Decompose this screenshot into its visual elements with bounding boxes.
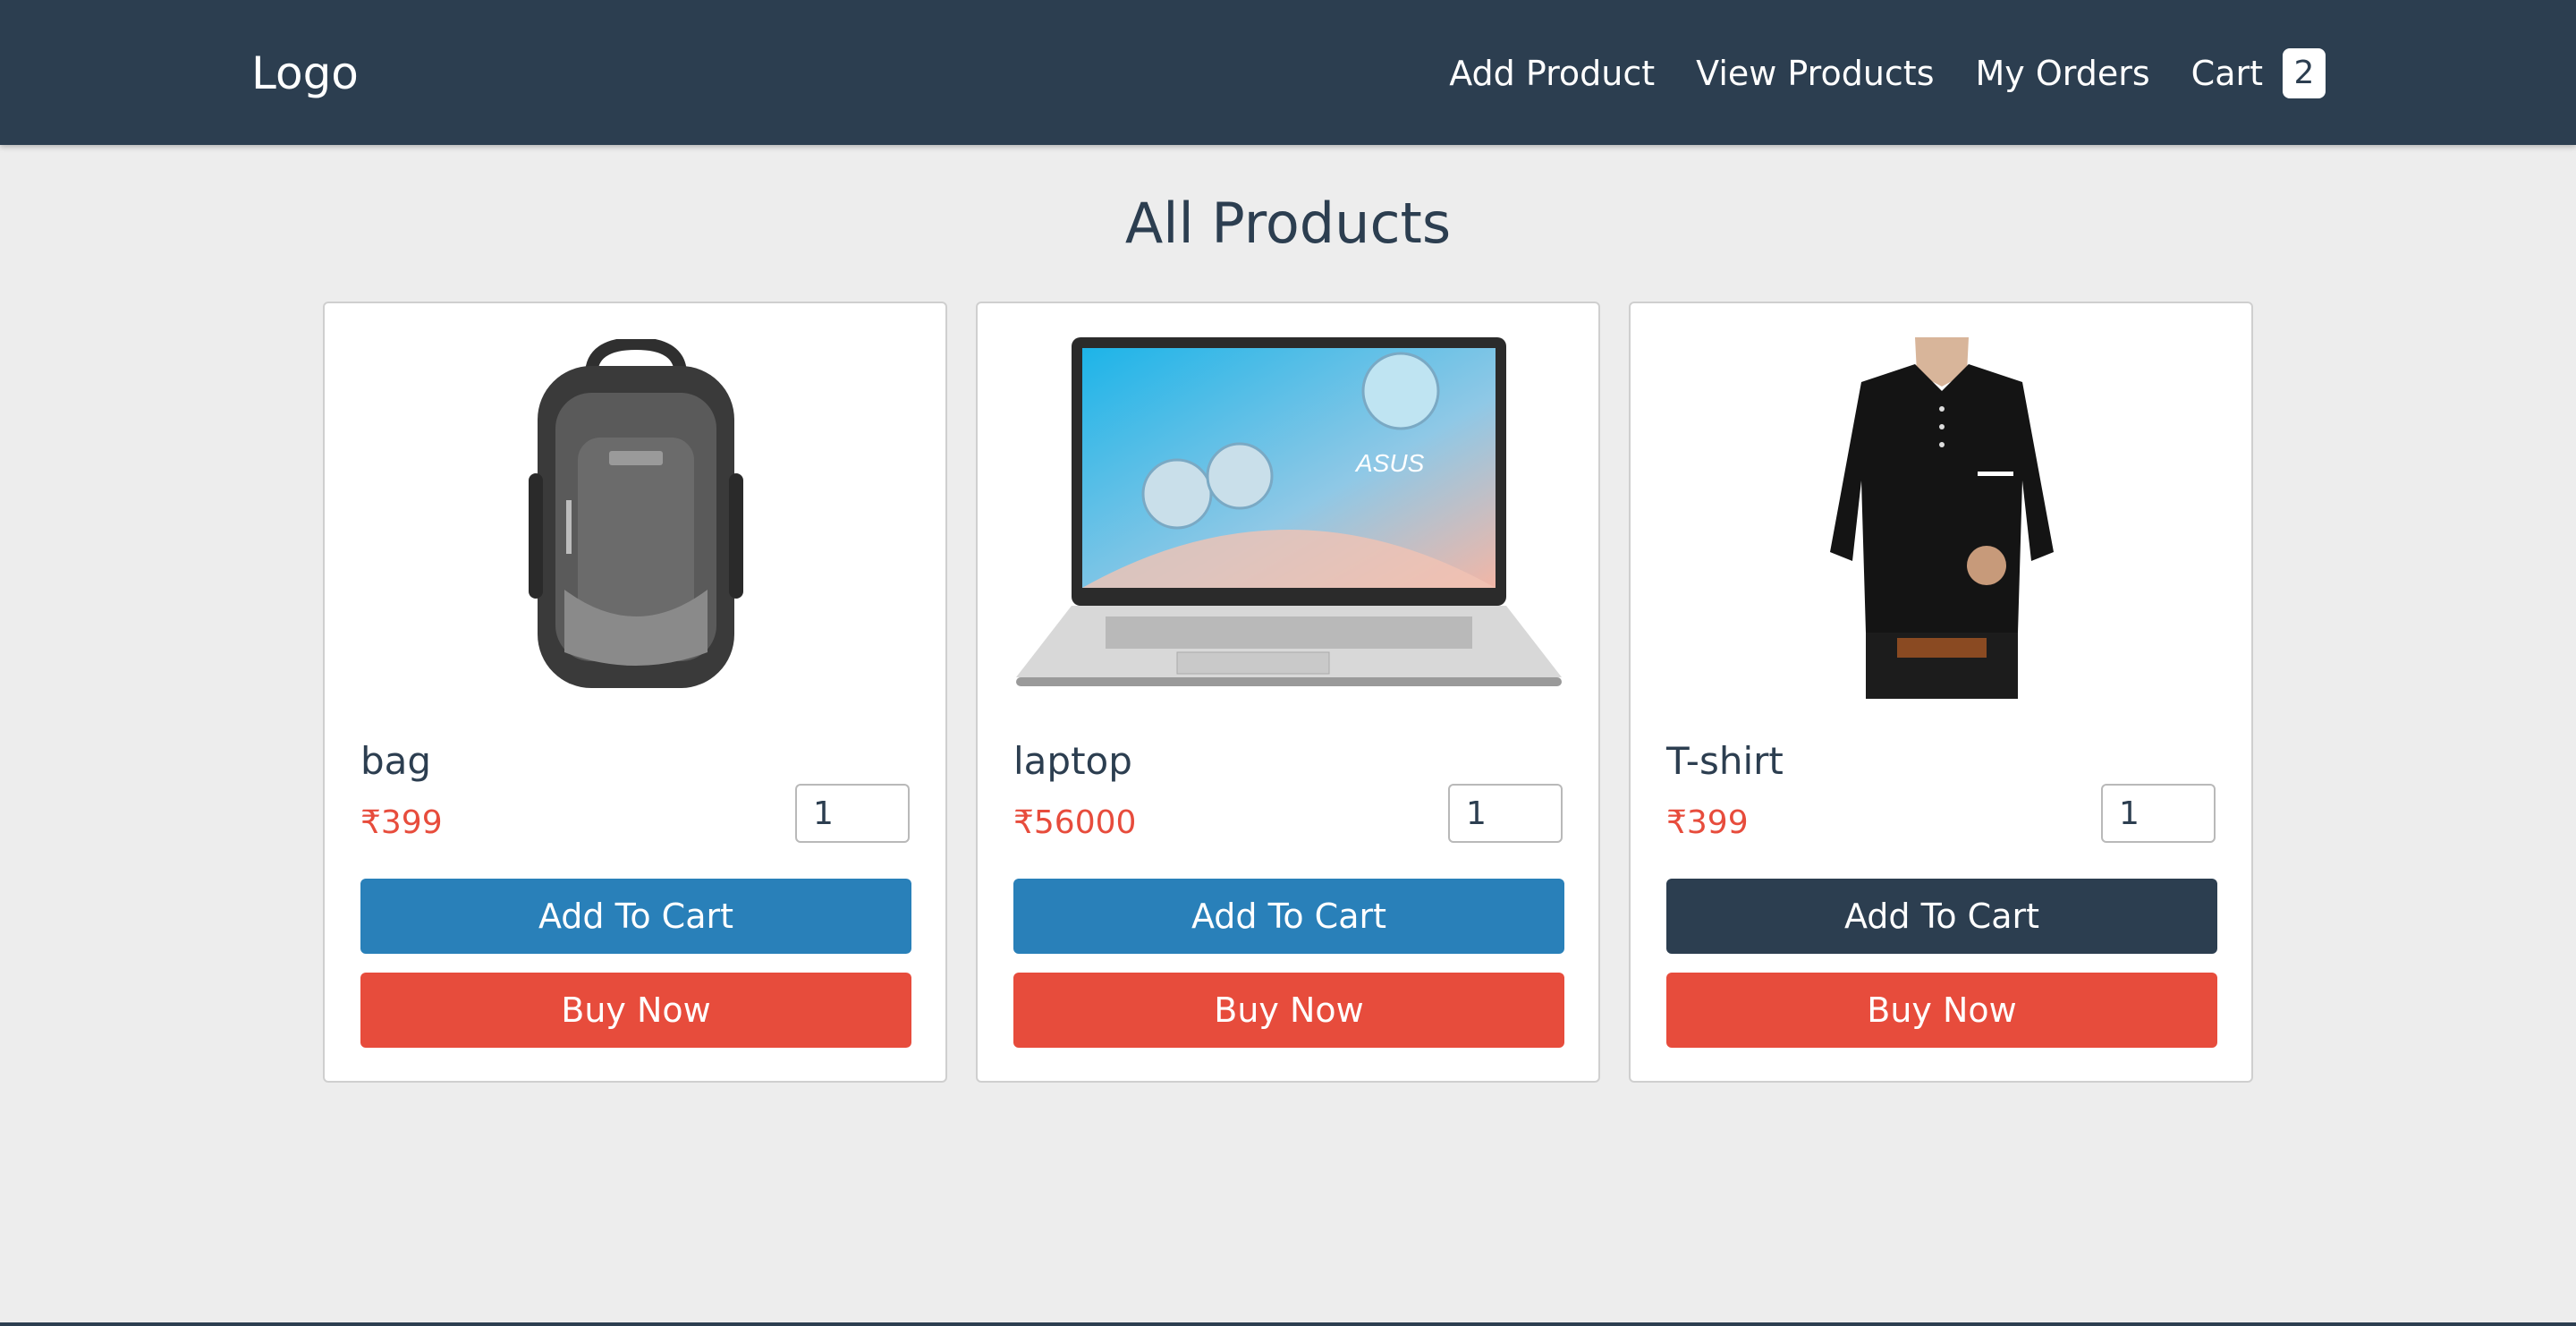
laptop-image[interactable]: ASUS [1013,337,1564,699]
laptop-icon: ASUS [1016,337,1562,686]
bottom-border [0,1322,2576,1326]
product-price: ₹399 [360,804,443,841]
product-name: bag [360,739,432,783]
product-grid: bag ₹399 Add To Cart Buy Now [323,302,2253,1083]
quantity-input[interactable] [1448,784,1563,843]
backpack-icon [529,339,743,688]
add-to-cart-button[interactable]: Add To Cart [1013,879,1564,954]
nav-view-products[interactable]: View Products [1696,54,1934,93]
product-card: bag ₹399 Add To Cart Buy Now [323,302,947,1083]
buy-now-button[interactable]: Buy Now [360,973,911,1048]
product-name: laptop [1013,739,1132,783]
nav-my-orders[interactable]: My Orders [1976,54,2150,93]
add-to-cart-button[interactable]: Add To Cart [1666,879,2217,954]
nav-add-product[interactable]: Add Product [1449,54,1655,93]
add-to-cart-button[interactable]: Add To Cart [360,879,911,954]
product-name: T-shirt [1666,739,1784,783]
page-title: All Products [1124,191,1452,256]
product-card: T-shirt ₹399 Add To Cart Buy Now [1629,302,2253,1083]
cart-label: Cart [2190,54,2263,93]
product-price: ₹56000 [1013,804,1137,841]
nav-cart[interactable]: Cart 2 [2191,48,2326,98]
logo[interactable]: Logo [251,45,359,102]
buy-now-button[interactable]: Buy Now [1666,973,2217,1048]
brand-label: ASUS [1354,449,1425,477]
nav-links: Add Product View Products My Orders Cart… [1408,47,2326,100]
tshirt-image[interactable] [1666,337,2217,699]
quantity-input[interactable] [2101,784,2216,843]
navbar: Logo Add Product View Products My Orders… [0,0,2576,145]
tshirt-icon [1830,337,2054,699]
product-price: ₹399 [1666,804,1749,841]
quantity-input[interactable] [795,784,910,843]
product-card: ASUS laptop ₹56000 Add To Cart Buy Now [976,302,1600,1083]
cart-count-badge: 2 [2283,48,2326,98]
backpack-image[interactable] [360,337,911,699]
buy-now-button[interactable]: Buy Now [1013,973,1564,1048]
